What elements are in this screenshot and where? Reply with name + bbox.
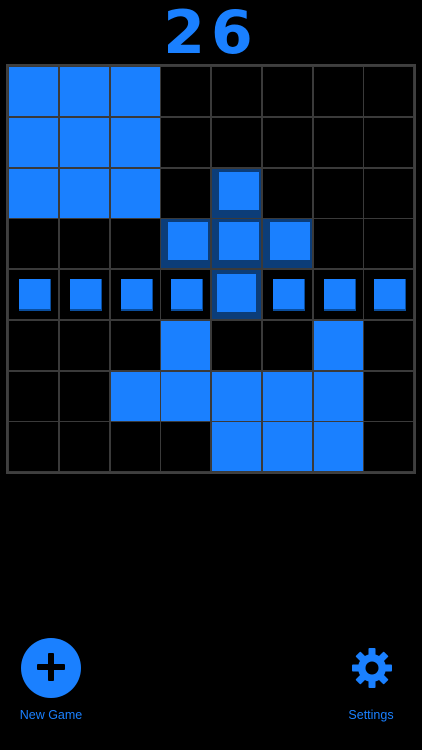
board-cell[interactable] [313,218,364,269]
clearing-block [273,279,305,311]
board-cell[interactable] [262,371,313,422]
board-cell[interactable] [59,66,110,117]
board-cell[interactable] [110,320,161,371]
board-cell[interactable] [160,117,211,168]
board-cell[interactable] [8,371,59,422]
board-cell[interactable] [313,168,364,219]
board-cell[interactable] [262,117,313,168]
clearing-block [324,279,356,311]
clearing-block [374,279,406,311]
board-cell[interactable] [59,117,110,168]
clearing-block [70,279,102,311]
board-cell[interactable] [160,320,211,371]
board-cell[interactable] [363,269,414,320]
board-cell[interactable] [363,117,414,168]
gear-icon[interactable] [350,646,394,690]
board-cell[interactable] [160,168,211,219]
board-cell[interactable] [363,66,414,117]
board-cell[interactable] [110,117,161,168]
board-cell[interactable] [8,66,59,117]
piece-block[interactable] [219,172,259,210]
board-cell[interactable] [8,218,59,269]
board-cell[interactable] [59,168,110,219]
plus-circle-icon[interactable] [21,638,81,698]
board-cell[interactable] [211,421,262,472]
board-cell[interactable] [110,168,161,219]
piece-block[interactable] [219,222,259,260]
board-cell[interactable] [211,371,262,422]
clearing-block [171,279,203,311]
board-cell[interactable] [59,421,110,472]
board-cell[interactable] [211,269,262,320]
clearing-block [121,279,153,311]
board-cell[interactable] [8,269,59,320]
board-cell[interactable] [8,168,59,219]
board-cell[interactable] [160,269,211,320]
board-cell[interactable] [313,66,364,117]
board-cell[interactable] [262,66,313,117]
board-cell[interactable] [313,269,364,320]
new-game-button[interactable]: New Game [12,636,90,726]
board-cell[interactable] [110,421,161,472]
game-board[interactable] [6,64,416,474]
board-cell[interactable] [59,320,110,371]
board-cell[interactable] [363,320,414,371]
board-cell[interactable] [110,371,161,422]
board-cell[interactable] [211,168,262,219]
board-cell[interactable] [59,371,110,422]
new-game-label[interactable]: New Game [12,708,90,722]
board-cell[interactable] [8,117,59,168]
board-cell[interactable] [363,218,414,269]
piece-block[interactable] [168,222,208,260]
board-cell[interactable] [160,421,211,472]
piece-block[interactable] [217,274,256,312]
board-cell[interactable] [262,218,313,269]
board-cell[interactable] [110,66,161,117]
board-cell[interactable] [262,421,313,472]
settings-label[interactable]: Settings [330,708,412,722]
board-cell[interactable] [262,269,313,320]
board-cell[interactable] [313,117,364,168]
board-cell[interactable] [313,371,364,422]
board-cell[interactable] [313,421,364,472]
board-cell[interactable] [363,421,414,472]
settings-button[interactable]: Settings [330,636,412,726]
board-cell[interactable] [8,320,59,371]
board-cell[interactable] [211,218,262,269]
board-cell[interactable] [59,269,110,320]
board-cell[interactable] [59,218,110,269]
board-cell[interactable] [110,218,161,269]
board-grid[interactable] [8,66,414,472]
board-cell[interactable] [211,117,262,168]
board-cell[interactable] [313,320,364,371]
board-cell[interactable] [160,371,211,422]
board-cell[interactable] [160,218,211,269]
piece-block[interactable] [270,222,310,260]
board-cell[interactable] [110,269,161,320]
board-cell[interactable] [211,320,262,371]
board-cell[interactable] [262,320,313,371]
board-cell[interactable] [160,66,211,117]
score-display: 26 [163,0,259,68]
board-cell[interactable] [211,66,262,117]
board-cell[interactable] [363,168,414,219]
clearing-block [19,279,51,311]
board-cell[interactable] [363,371,414,422]
board-cell[interactable] [262,168,313,219]
board-cell[interactable] [8,421,59,472]
